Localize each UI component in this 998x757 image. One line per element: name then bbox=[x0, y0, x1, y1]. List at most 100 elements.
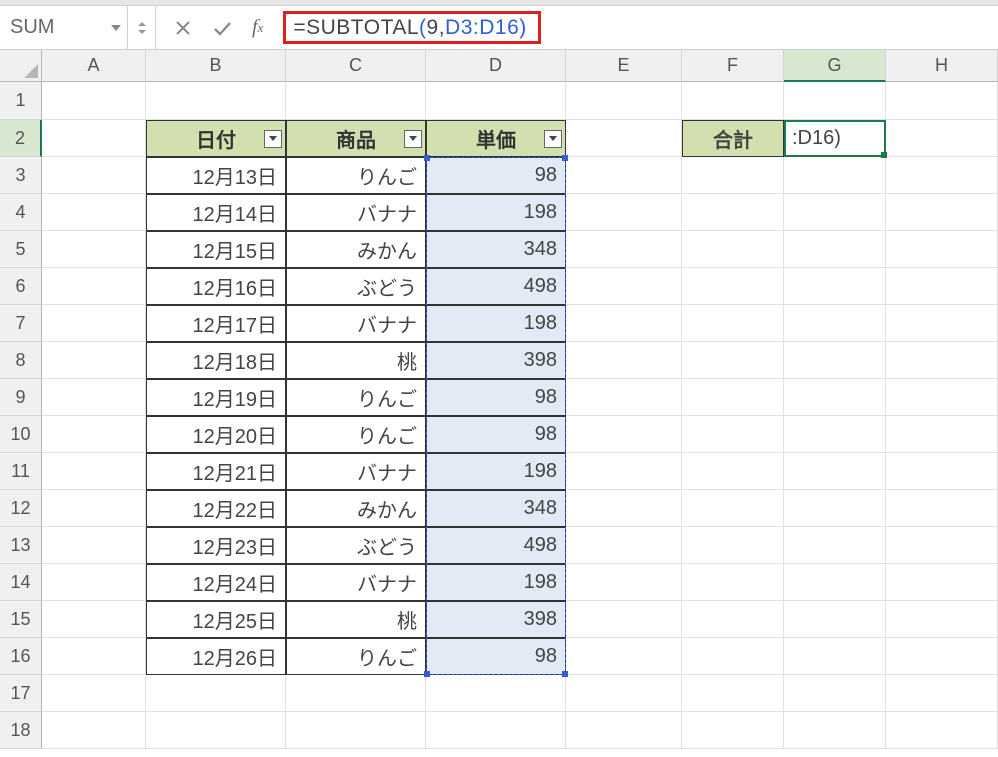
item-cell[interactable]: ぶどう bbox=[286, 527, 426, 564]
date-cell[interactable]: 12月15日 bbox=[146, 231, 286, 268]
price-cell[interactable]: 398 bbox=[426, 601, 566, 638]
row-header-18[interactable]: 18 bbox=[0, 712, 42, 749]
item-cell[interactable]: りんご bbox=[286, 416, 426, 453]
cell[interactable] bbox=[784, 675, 886, 712]
date-cell[interactable]: 12月16日 bbox=[146, 268, 286, 305]
cell[interactable] bbox=[566, 675, 682, 712]
item-cell[interactable]: みかん bbox=[286, 490, 426, 527]
cell[interactable] bbox=[784, 453, 886, 490]
cell[interactable] bbox=[784, 601, 886, 638]
cell[interactable] bbox=[566, 379, 682, 416]
cell[interactable] bbox=[42, 601, 146, 638]
item-cell[interactable]: みかん bbox=[286, 231, 426, 268]
cell[interactable] bbox=[286, 712, 426, 749]
cell[interactable] bbox=[682, 416, 784, 453]
cell[interactable]: 日付 bbox=[146, 120, 286, 157]
date-cell[interactable]: 12月22日 bbox=[146, 490, 286, 527]
row-header-15[interactable]: 15 bbox=[0, 601, 42, 638]
cell[interactable] bbox=[42, 120, 146, 157]
cell[interactable] bbox=[42, 638, 146, 675]
col-header-F[interactable]: F bbox=[682, 50, 784, 82]
row-header-10[interactable]: 10 bbox=[0, 416, 42, 453]
row-header-12[interactable]: 12 bbox=[0, 490, 42, 527]
date-cell[interactable]: 12月23日 bbox=[146, 527, 286, 564]
cell[interactable]: 単価 bbox=[426, 120, 566, 157]
cell[interactable] bbox=[682, 157, 784, 194]
item-cell[interactable]: りんご bbox=[286, 157, 426, 194]
cell[interactable] bbox=[42, 712, 146, 749]
enter-icon[interactable] bbox=[212, 19, 232, 37]
cell-grid[interactable]: 日付商品単価合計:D16)12月13日りんご9812月14日バナナ19812月1… bbox=[42, 82, 998, 757]
name-box[interactable]: SUM bbox=[0, 6, 128, 49]
cell[interactable] bbox=[784, 527, 886, 564]
cell[interactable] bbox=[682, 231, 784, 268]
total-label-cell[interactable]: 合計 bbox=[682, 120, 784, 157]
cell[interactable] bbox=[566, 157, 682, 194]
cell[interactable] bbox=[682, 564, 784, 601]
cell[interactable] bbox=[886, 675, 998, 712]
cell[interactable] bbox=[42, 527, 146, 564]
cell[interactable] bbox=[42, 675, 146, 712]
cell[interactable] bbox=[426, 675, 566, 712]
col-header-E[interactable]: E bbox=[566, 50, 682, 82]
cell[interactable] bbox=[42, 379, 146, 416]
chevron-down-icon[interactable] bbox=[111, 25, 121, 31]
cell[interactable] bbox=[886, 453, 998, 490]
cell[interactable] bbox=[682, 712, 784, 749]
cell[interactable] bbox=[566, 120, 682, 157]
cell[interactable] bbox=[566, 490, 682, 527]
date-cell[interactable]: 12月19日 bbox=[146, 379, 286, 416]
cell[interactable] bbox=[566, 564, 682, 601]
expand-formula-button[interactable] bbox=[128, 6, 156, 49]
cell[interactable] bbox=[886, 564, 998, 601]
row-header-8[interactable]: 8 bbox=[0, 342, 42, 379]
price-cell[interactable]: 198 bbox=[426, 453, 566, 490]
cell[interactable] bbox=[886, 342, 998, 379]
cancel-icon[interactable] bbox=[174, 19, 192, 37]
col-header-H[interactable]: H bbox=[886, 50, 998, 82]
cell[interactable] bbox=[886, 712, 998, 749]
cell[interactable] bbox=[784, 379, 886, 416]
cell[interactable] bbox=[886, 120, 998, 157]
cell[interactable] bbox=[784, 305, 886, 342]
cell[interactable] bbox=[784, 638, 886, 675]
cell[interactable] bbox=[682, 194, 784, 231]
item-cell[interactable]: バナナ bbox=[286, 564, 426, 601]
cell[interactable] bbox=[682, 268, 784, 305]
row-header-2[interactable]: 2 bbox=[0, 120, 42, 157]
cell[interactable] bbox=[886, 379, 998, 416]
cell[interactable] bbox=[566, 601, 682, 638]
cell[interactable] bbox=[784, 157, 886, 194]
filter-dropdown-button[interactable] bbox=[404, 130, 422, 148]
cell[interactable] bbox=[42, 416, 146, 453]
date-cell[interactable]: 12月21日 bbox=[146, 453, 286, 490]
cell[interactable] bbox=[146, 675, 286, 712]
cell[interactable] bbox=[42, 342, 146, 379]
cell[interactable] bbox=[784, 268, 886, 305]
cell[interactable] bbox=[682, 82, 784, 120]
item-cell[interactable]: りんご bbox=[286, 379, 426, 416]
price-cell[interactable]: 348 bbox=[426, 231, 566, 268]
row-header-13[interactable]: 13 bbox=[0, 527, 42, 564]
date-cell[interactable]: 12月26日 bbox=[146, 638, 286, 675]
date-cell[interactable]: 12月13日 bbox=[146, 157, 286, 194]
row-header-4[interactable]: 4 bbox=[0, 194, 42, 231]
cell[interactable] bbox=[426, 82, 566, 120]
cell[interactable]: 商品 bbox=[286, 120, 426, 157]
cell[interactable] bbox=[286, 82, 426, 120]
cell[interactable] bbox=[682, 675, 784, 712]
price-cell[interactable]: 348 bbox=[426, 490, 566, 527]
cell[interactable] bbox=[426, 712, 566, 749]
row-header-11[interactable]: 11 bbox=[0, 453, 42, 490]
cell[interactable] bbox=[682, 638, 784, 675]
item-cell[interactable]: ぶどう bbox=[286, 268, 426, 305]
cell[interactable] bbox=[784, 231, 886, 268]
cell[interactable] bbox=[42, 82, 146, 120]
formula-input-area[interactable]: =SUBTOTAL(9,D3:D16) bbox=[281, 6, 998, 49]
cell[interactable] bbox=[566, 231, 682, 268]
cell[interactable] bbox=[42, 268, 146, 305]
select-all-corner[interactable] bbox=[0, 50, 42, 82]
cell[interactable] bbox=[784, 564, 886, 601]
row-header-9[interactable]: 9 bbox=[0, 379, 42, 416]
cell[interactable] bbox=[682, 305, 784, 342]
